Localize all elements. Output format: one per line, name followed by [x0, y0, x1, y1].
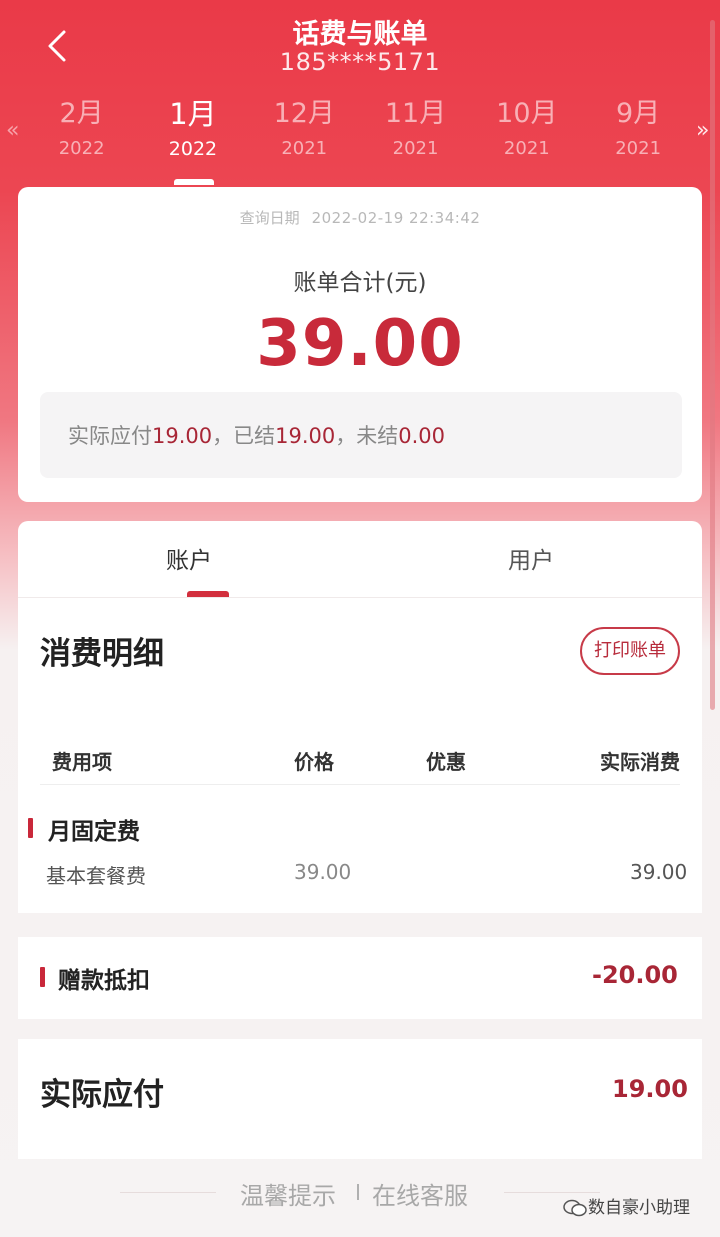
section-title: 消费明细	[40, 636, 164, 672]
month-tab-2022-01[interactable]: 1月 2022	[137, 96, 248, 160]
gift-deduction-label: 赠款抵扣	[58, 968, 150, 994]
month-label: 12月	[273, 98, 335, 129]
group-marker	[28, 818, 33, 838]
month-tab-2021-09[interactable]: 9月 2021	[582, 96, 693, 160]
payable-label: 实际应付	[68, 424, 152, 448]
tab-bar: 账户 用户	[18, 521, 702, 597]
watermark-text: 数自豪小助理	[588, 1198, 690, 1218]
actual-payable-amount: 19.00	[612, 1075, 688, 1103]
unsettled-label: ，未结	[335, 424, 399, 448]
separator	[357, 1184, 359, 1200]
payment-status-box: 实际应付19.00，已结19.00，未结0.00	[40, 392, 682, 478]
gift-deduction-amount: -20.00	[592, 961, 678, 989]
fee-item-price: 39.00	[294, 860, 352, 884]
query-date: 查询日期 2022-02-19 22:34:42	[18, 207, 702, 228]
month-tab-2022-02[interactable]: 2月 2022	[26, 96, 137, 160]
payable-value: 19.00	[152, 424, 213, 448]
divider	[120, 1192, 216, 1193]
fee-item-actual: 39.00	[630, 860, 688, 884]
tab-user[interactable]: 用户	[360, 541, 702, 575]
watermark: 数自豪小助理	[562, 1193, 690, 1218]
online-service-link[interactable]: 在线客服	[372, 1176, 468, 1211]
month-tab-2021-11[interactable]: 11月 2021	[360, 96, 471, 160]
scrollbar[interactable]	[710, 20, 715, 710]
query-date-value: 2022-02-19 22:34:42	[311, 209, 481, 227]
year-label: 2022	[58, 138, 105, 159]
month-selector: 2月 2022 1月 2022 12月 2021 11月 2021 10月 20…	[26, 96, 694, 160]
gift-deduction-card: 赠款抵扣 -20.00	[18, 937, 702, 1019]
unsettled-value: 0.00	[398, 424, 446, 448]
wechat-icon	[563, 1199, 587, 1217]
month-label: 10月	[496, 98, 558, 129]
bill-summary-card: 查询日期 2022-02-19 22:34:42 账单合计(元) 39.00 实际…	[18, 187, 702, 502]
print-bill-button[interactable]: 打印账单	[580, 627, 680, 675]
active-month-indicator	[174, 179, 214, 185]
year-label: 2022	[168, 138, 218, 160]
year-label: 2021	[281, 138, 328, 159]
year-label: 2021	[392, 138, 439, 159]
divider	[40, 784, 680, 785]
group-title: 月固定费	[48, 819, 140, 845]
column-header-actual: 实际消费	[600, 750, 680, 774]
month-label: 2月	[59, 98, 104, 129]
month-label: 1月	[169, 97, 217, 131]
bill-total-label: 账单合计(元)	[293, 270, 427, 296]
consumption-detail-card: 消费明细 打印账单 费用项 价格 优惠 实际消费 月固定费 基本套餐费 39.0…	[18, 597, 702, 913]
next-months-arrow-icon[interactable]: »	[696, 118, 709, 143]
bill-total-amount: 39.00	[256, 307, 464, 381]
year-label: 2021	[503, 138, 550, 159]
tips-link[interactable]: 温馨提示	[240, 1176, 336, 1211]
column-header-price: 价格	[294, 750, 334, 774]
query-date-label: 查询日期	[239, 209, 300, 227]
page-title: 话费与账单	[292, 19, 428, 50]
month-label: 11月	[384, 98, 447, 129]
settled-label: ，已结	[212, 424, 276, 448]
phone-number: 185****5171	[279, 48, 441, 76]
prev-months-arrow-icon[interactable]: «	[6, 118, 19, 143]
fee-item-name: 基本套餐费	[46, 864, 146, 888]
month-label: 9月	[616, 98, 661, 129]
tab-account[interactable]: 账户	[18, 541, 360, 575]
year-label: 2021	[615, 138, 662, 159]
actual-payable-card: 实际应付 19.00	[18, 1039, 702, 1159]
column-header-discount: 优惠	[426, 750, 466, 774]
group-marker	[40, 967, 45, 987]
header: 话费与账单 185****5171 « 2月 2022 1月 2022 12月 …	[0, 0, 720, 185]
actual-payable-label: 实际应付	[40, 1077, 164, 1113]
column-header-item: 费用项	[52, 750, 112, 774]
settled-value: 19.00	[275, 424, 336, 448]
month-tab-2021-10[interactable]: 10月 2021	[471, 96, 582, 160]
month-tab-2021-12[interactable]: 12月 2021	[249, 96, 360, 160]
